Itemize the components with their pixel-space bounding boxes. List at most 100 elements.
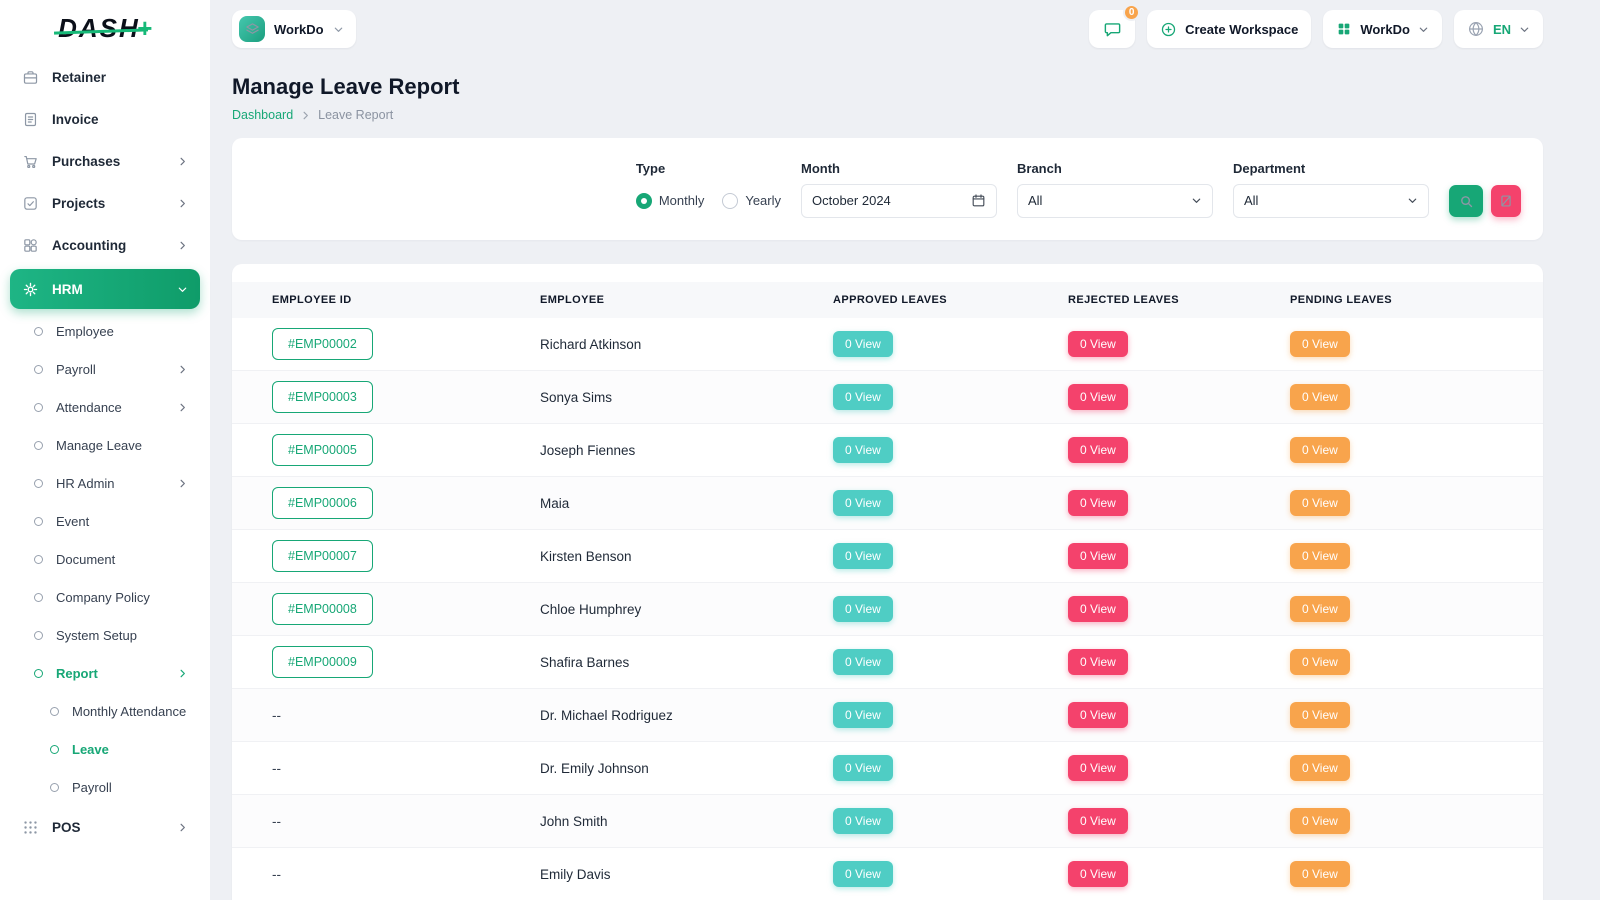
sidebar-item-leave[interactable]: Leave <box>10 730 200 768</box>
employee-id-badge[interactable]: #EMP00003 <box>272 381 373 413</box>
employee-id-badge[interactable]: #EMP00002 <box>272 328 373 360</box>
sidebar-item-system-setup[interactable]: System Setup <box>10 616 200 654</box>
employee-id-badge[interactable]: #EMP00006 <box>272 487 373 519</box>
approved-leaves-view-button[interactable]: 0 View <box>833 755 893 781</box>
pending-leaves-view-button[interactable]: 0 View <box>1290 384 1350 410</box>
sidebar-item-label: Company Policy <box>56 590 188 605</box>
column-header: EMPLOYEE <box>540 294 833 306</box>
employee-id-badge[interactable]: #EMP00008 <box>272 593 373 625</box>
pending-leaves-view-button[interactable]: 0 View <box>1290 861 1350 887</box>
month-input[interactable]: October 2024 <box>801 184 997 218</box>
employee-id-badge[interactable]: #EMP00007 <box>272 540 373 572</box>
pos-icon <box>22 819 39 836</box>
sidebar-item-projects[interactable]: Projects <box>10 182 200 224</box>
employee-id-badge[interactable]: #EMP00009 <box>272 646 373 678</box>
sidebar-item-document[interactable]: Document <box>10 540 200 578</box>
radio-monthly-label: Monthly <box>659 193 705 208</box>
sidebar-item-manage-leave[interactable]: Manage Leave <box>10 426 200 464</box>
approved-leaves-view-button[interactable]: 0 View <box>833 490 893 516</box>
sidebar-item-accounting[interactable]: Accounting <box>10 224 200 266</box>
create-workspace-button[interactable]: Create Workspace <box>1147 10 1311 48</box>
pending-leaves-view-button[interactable]: 0 View <box>1290 437 1350 463</box>
bullet-icon <box>34 365 43 374</box>
sidebar-item-retainer[interactable]: Retainer <box>10 56 200 98</box>
rejected-leaves-view-button[interactable]: 0 View <box>1068 861 1128 887</box>
rejected-leaves-view-button[interactable]: 0 View <box>1068 490 1128 516</box>
table-row: --Dr. Michael Rodriguez0 View0 View0 Vie… <box>232 689 1543 742</box>
sidebar-item-purchases[interactable]: Purchases <box>10 140 200 182</box>
rejected-leaves-view-button[interactable]: 0 View <box>1068 331 1128 357</box>
chevron-down-icon <box>333 24 344 35</box>
pending-leaves-view-button[interactable]: 0 View <box>1290 596 1350 622</box>
sidebar-item-hrm[interactable]: HRM <box>10 269 200 309</box>
approved-leaves-view-button[interactable]: 0 View <box>833 596 893 622</box>
sidebar-item-report[interactable]: Report <box>10 654 200 692</box>
branch-filter-group: Branch All <box>1017 161 1213 218</box>
workspace-name: WorkDo <box>274 22 324 37</box>
approved-leaves-view-button[interactable]: 0 View <box>833 384 893 410</box>
topbar: WorkDo 0 Create Workspace WorkDo EN <box>210 0 1600 58</box>
filter-buttons <box>1449 185 1521 217</box>
approved-leaves-view-button[interactable]: 0 View <box>833 649 893 675</box>
type-radio-group: Monthly Yearly <box>636 184 781 218</box>
radio-yearly[interactable]: Yearly <box>722 193 781 209</box>
sidebar-item-monthly-attendance[interactable]: Monthly Attendance <box>10 692 200 730</box>
approved-leaves-view-button[interactable]: 0 View <box>833 331 893 357</box>
reset-button[interactable] <box>1491 185 1521 217</box>
breadcrumb-dashboard-link[interactable]: Dashboard <box>232 108 293 122</box>
approved-leaves-view-button[interactable]: 0 View <box>833 437 893 463</box>
table-header-row: EMPLOYEE IDEMPLOYEEAPPROVED LEAVESREJECT… <box>232 282 1543 318</box>
branch-select[interactable]: All <box>1017 184 1213 218</box>
sidebar-item-hr-admin[interactable]: HR Admin <box>10 464 200 502</box>
pending-leaves-view-button[interactable]: 0 View <box>1290 755 1350 781</box>
rejected-leaves-view-button[interactable]: 0 View <box>1068 543 1128 569</box>
workspace-avatar <box>239 16 265 42</box>
bullet-icon <box>34 555 43 564</box>
employee-name: Emily Davis <box>540 867 611 882</box>
app-logo[interactable]: DASH+ <box>10 0 200 56</box>
chevron-down-icon <box>1191 195 1202 206</box>
approved-leaves-view-button[interactable]: 0 View <box>833 808 893 834</box>
sidebar-item-company-policy[interactable]: Company Policy <box>10 578 200 616</box>
employee-id-badge[interactable]: #EMP00005 <box>272 434 373 466</box>
bullet-icon <box>50 707 59 716</box>
rejected-leaves-view-button[interactable]: 0 View <box>1068 384 1128 410</box>
employee-id-empty: -- <box>272 867 281 882</box>
pending-leaves-view-button[interactable]: 0 View <box>1290 543 1350 569</box>
approved-leaves-view-button[interactable]: 0 View <box>833 702 893 728</box>
workspace-switcher[interactable]: WorkDo <box>232 10 356 48</box>
search-button[interactable] <box>1449 185 1483 217</box>
department-select[interactable]: All <box>1233 184 1429 218</box>
radio-monthly[interactable]: Monthly <box>636 193 705 209</box>
rejected-leaves-view-button[interactable]: 0 View <box>1068 808 1128 834</box>
sidebar-item-payroll[interactable]: Payroll <box>10 350 200 388</box>
pending-leaves-view-button[interactable]: 0 View <box>1290 331 1350 357</box>
table-row: #EMP00005Joseph Fiennes0 View0 View0 Vie… <box>232 424 1543 477</box>
sidebar-item-label: Projects <box>52 196 164 211</box>
table-row: --Dr. Emily Johnson0 View0 View0 View <box>232 742 1543 795</box>
language-button[interactable]: EN <box>1454 10 1543 48</box>
pending-leaves-view-button[interactable]: 0 View <box>1290 490 1350 516</box>
sidebar-item-event[interactable]: Event <box>10 502 200 540</box>
sidebar-item-label: Manage Leave <box>56 438 188 453</box>
reset-icon <box>1499 194 1513 208</box>
pending-leaves-view-button[interactable]: 0 View <box>1290 702 1350 728</box>
sidebar-item-attendance[interactable]: Attendance <box>10 388 200 426</box>
messages-button[interactable]: 0 <box>1089 10 1135 48</box>
sidebar-item-pos[interactable]: POS <box>10 806 200 848</box>
approved-leaves-view-button[interactable]: 0 View <box>833 543 893 569</box>
pending-leaves-view-button[interactable]: 0 View <box>1290 649 1350 675</box>
rejected-leaves-view-button[interactable]: 0 View <box>1068 649 1128 675</box>
sidebar-item-invoice[interactable]: Invoice <box>10 98 200 140</box>
invoice-icon <box>22 111 39 128</box>
workdo-menu-button[interactable]: WorkDo <box>1323 10 1442 48</box>
bullet-icon <box>34 517 43 526</box>
approved-leaves-view-button[interactable]: 0 View <box>833 861 893 887</box>
sidebar-item-employee[interactable]: Employee <box>10 312 200 350</box>
sidebar-item-payroll[interactable]: Payroll <box>10 768 200 806</box>
rejected-leaves-view-button[interactable]: 0 View <box>1068 437 1128 463</box>
pending-leaves-view-button[interactable]: 0 View <box>1290 808 1350 834</box>
rejected-leaves-view-button[interactable]: 0 View <box>1068 596 1128 622</box>
rejected-leaves-view-button[interactable]: 0 View <box>1068 702 1128 728</box>
rejected-leaves-view-button[interactable]: 0 View <box>1068 755 1128 781</box>
